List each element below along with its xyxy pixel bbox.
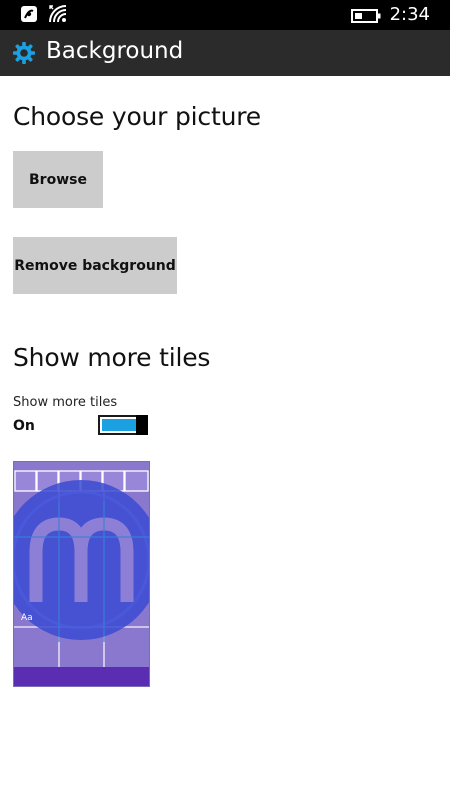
gear-icon [12,41,36,65]
clock: 2:34 [389,4,430,25]
start-screen-preview: Aa [13,461,150,687]
tile-text: Aa [21,613,33,623]
toggle-fill [102,419,136,431]
wifi-icon [48,4,72,28]
toggle-label: Show more tiles [13,395,118,410]
app-header: Background [0,30,450,76]
show-more-tiles-toggle[interactable] [98,415,148,435]
section-title-tiles: Show more tiles [13,343,211,372]
nfc-icon [20,5,38,27]
settings-screen: 2:34 Background Choose your picture Brow… [0,0,450,800]
preview-image [14,462,149,686]
toggle-state-text: On [13,418,35,434]
status-bar: 2:34 [0,0,450,30]
battery-icon [351,8,381,27]
browse-button[interactable]: Browse [13,151,103,208]
section-title-picture: Choose your picture [13,102,261,131]
remove-background-button[interactable]: Remove background [13,237,177,294]
page-title: Background [46,38,184,64]
toggle-knob[interactable] [136,415,148,435]
